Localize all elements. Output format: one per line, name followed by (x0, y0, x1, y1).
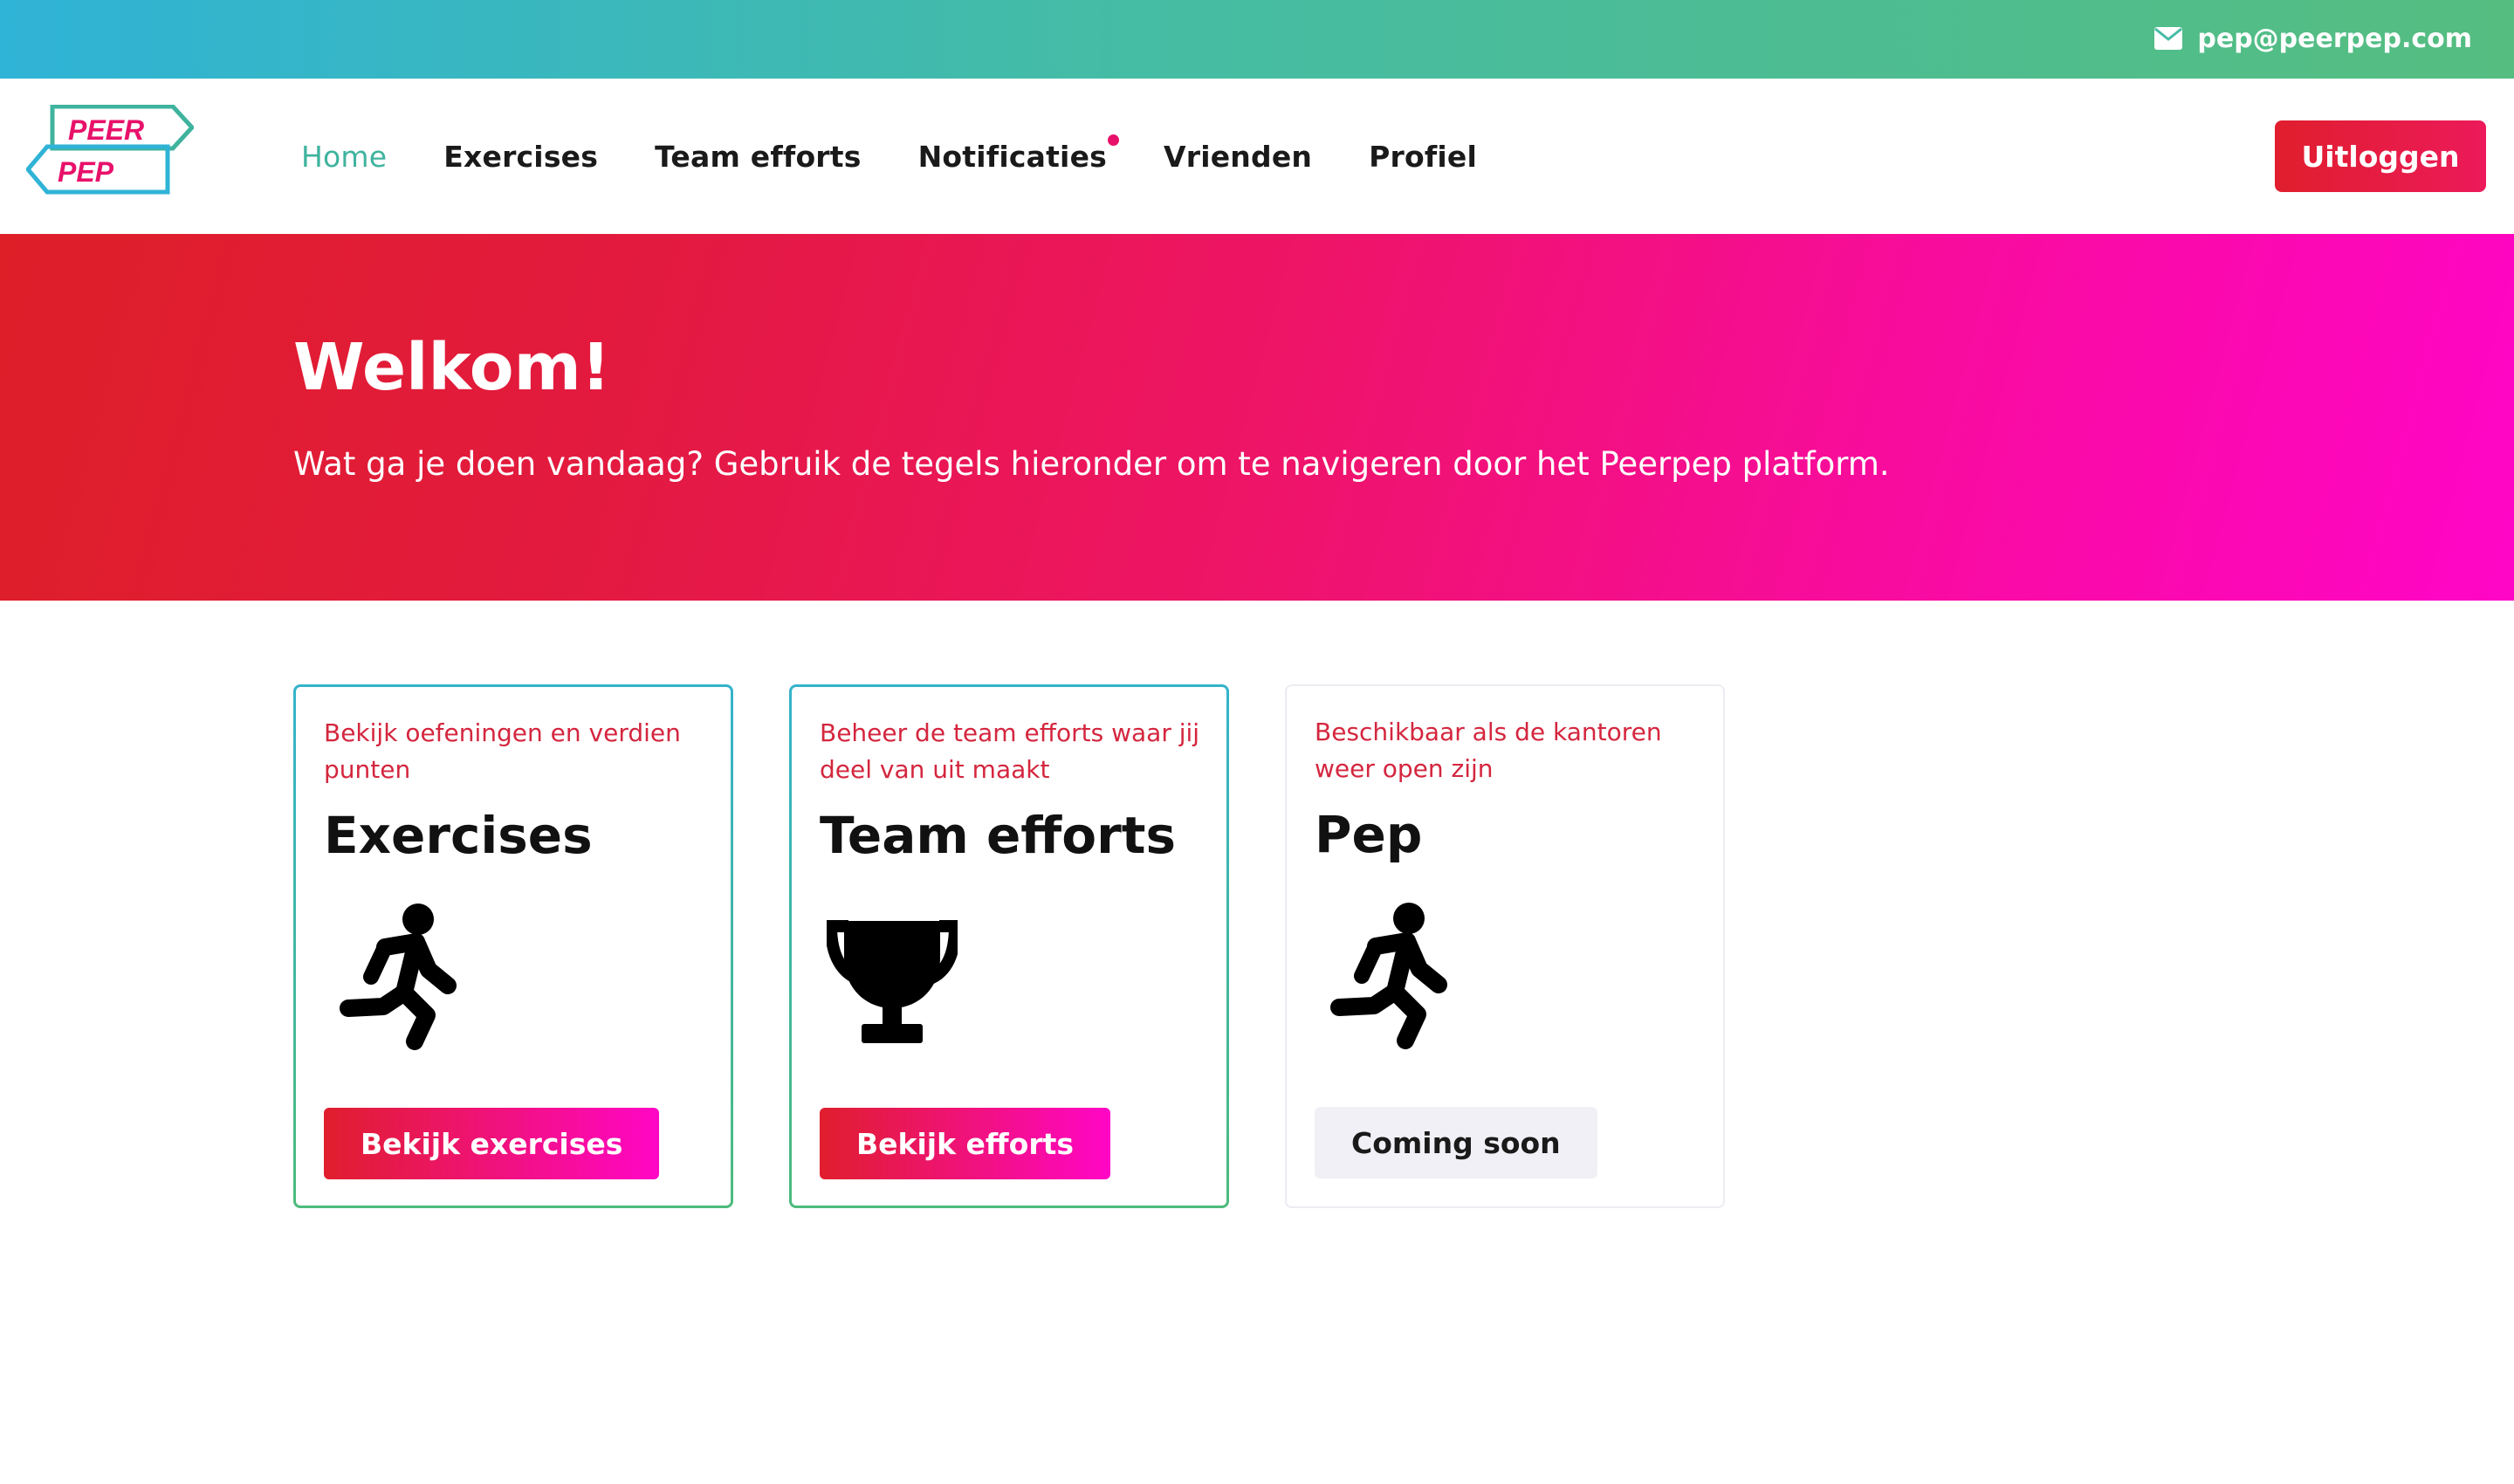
svg-text:PEP: PEP (58, 156, 114, 188)
running-person-icon (1330, 903, 1447, 1049)
card-title: Team efforts (820, 806, 1176, 865)
welcome-banner: Welkom! Wat ga je doen vandaag? Gebruik … (0, 234, 2514, 601)
card-team-efforts: Beheer de team efforts waar jij deel van… (789, 684, 1229, 1208)
card-subtitle: Beschikbaar als de kantoren weer open zi… (1315, 718, 1662, 783)
svg-text:PEER: PEER (68, 114, 144, 146)
welcome-text: Wat ga je doen vandaag? Gebruik de tegel… (293, 445, 1890, 483)
nav-item-home[interactable]: Home (301, 140, 387, 174)
card-exercises: Bekijk oefeningen en verdien punten Exer… (293, 684, 733, 1208)
nav-item-notificaties-label: Notificaties (917, 139, 1107, 174)
nav-item-profiel[interactable]: Profiel (1369, 140, 1477, 174)
envelope-icon (2154, 27, 2183, 50)
main-navigation: PEER PEP Home Exercises Team efforts Not… (0, 79, 2514, 234)
running-person-icon (340, 903, 457, 1050)
contact-email-text: pep@peerpep.com (2197, 23, 2472, 54)
nav-menu: Home Exercises Team efforts Notificaties… (301, 79, 1534, 234)
card-title: Exercises (324, 806, 593, 865)
coming-soon-button[interactable]: Coming soon (1315, 1107, 1597, 1178)
logout-button[interactable]: Uitloggen (2275, 120, 2486, 192)
nav-item-team-efforts[interactable]: Team efforts (655, 140, 862, 174)
tile-grid: Bekijk oefeningen en verdien punten Exer… (293, 684, 1725, 1208)
trophy-icon (827, 920, 958, 1043)
top-contact-bar: pep@peerpep.com (0, 0, 2514, 79)
notification-dot (1108, 134, 1119, 146)
peerpep-logo[interactable]: PEER PEP (26, 105, 194, 196)
view-efforts-button[interactable]: Bekijk efforts (820, 1108, 1111, 1179)
nav-item-exercises[interactable]: Exercises (443, 140, 598, 174)
nav-item-vrienden[interactable]: Vrienden (1164, 140, 1312, 174)
card-title: Pep (1315, 805, 1423, 864)
card-subtitle: Bekijk oefeningen en verdien punten (324, 718, 681, 784)
view-exercises-button[interactable]: Bekijk exercises (324, 1108, 660, 1179)
card-subtitle: Beheer de team efforts waar jij deel van… (820, 718, 1200, 784)
nav-item-notificaties[interactable]: Notificaties (917, 134, 1119, 174)
contact-email[interactable]: pep@peerpep.com (2153, 19, 2472, 58)
card-pep: Beschikbaar als de kantoren weer open zi… (1285, 684, 1725, 1208)
page-title: Welkom! (293, 330, 611, 405)
